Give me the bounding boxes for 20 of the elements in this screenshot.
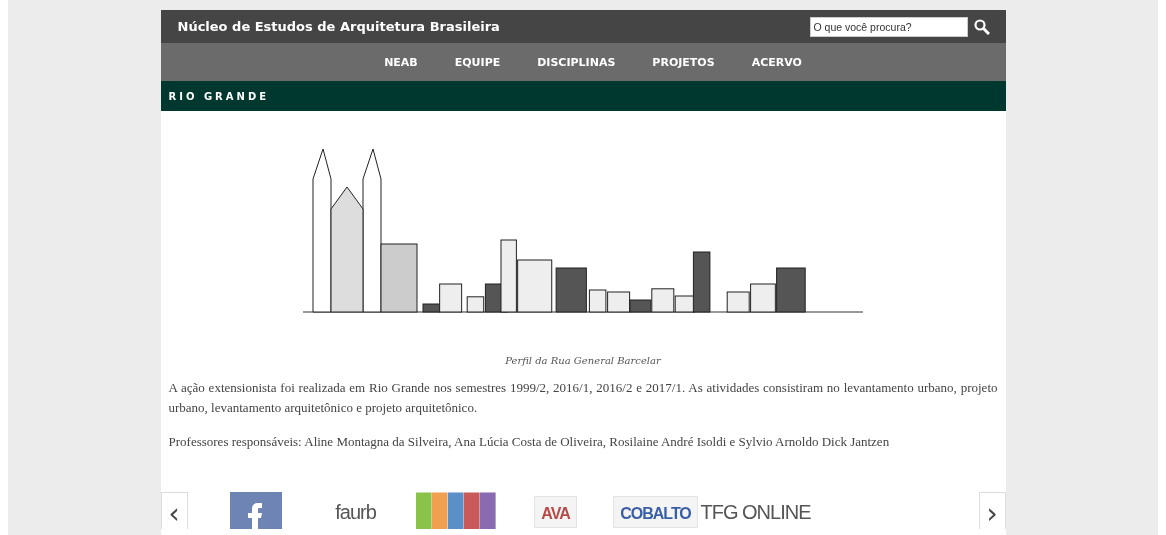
search-field[interactable]: O que você procura? (809, 16, 968, 37)
paragraph: Professores responsáveis: Aline Montagna da Silveira, Ana Lúcia Costa de Oliveira, Rosilaine André Isoldi e Sylvio Arnoldo Dick Jantzen (168, 433, 891, 451)
figure-caption: Perfil da Rua General Barcelar (505, 355, 661, 366)
nav-link[interactable]: DISCIPLINAS (537, 55, 616, 69)
next-button[interactable]: › (978, 492, 1006, 529)
site-title[interactable]: Núcleo de Estudos de Arquitetura Brasileira (177, 19, 500, 34)
nav-link[interactable]: NEAB (384, 55, 418, 69)
facebook-icon[interactable] (229, 492, 282, 529)
nav-link[interactable]: EQUIPE (454, 55, 501, 69)
logo-text[interactable]: COBALTO (613, 496, 698, 528)
paragraph: A ação extensionista foi realizada em Rio Grande nos semestres 1999/2, 2016/1, 2016/2 e 2017/1. As atividades consistiram no levantamento urbano, projeto urbano, levantamento arquitetônico e projeto arquitetônico. (168, 379, 998, 417)
section-title: RIO GRANDE (168, 90, 270, 102)
logo-text[interactable]: AVA (534, 496, 577, 528)
previous-button[interactable]: ‹ (160, 492, 188, 529)
logo-text[interactable]: faurb (335, 500, 376, 524)
calendar-logo-icon[interactable] (415, 492, 496, 529)
search-icon[interactable] (973, 18, 990, 35)
nav-link[interactable]: PROJETOS (652, 55, 715, 69)
nav-link[interactable]: ACERVO (751, 55, 802, 69)
logo-text[interactable]: TFG ONLINE (700, 500, 811, 524)
